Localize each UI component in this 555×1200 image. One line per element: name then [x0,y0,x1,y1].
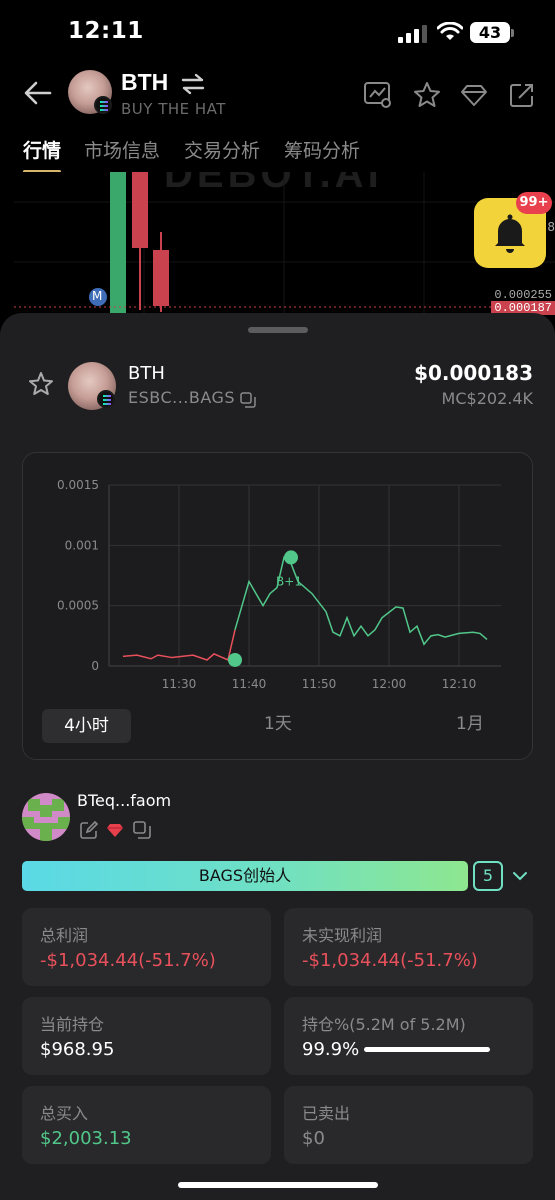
token-symbol: BTH [121,69,169,95]
range-1m-button[interactable]: 1月 [456,709,484,734]
solana-chain-icon [97,390,115,408]
y-tick-label: 0 [91,659,99,673]
x-tick-label: 11:30 [162,677,197,691]
notification-count-badge: 99+ [516,192,552,214]
unrealized-profit-label: 未实现利润 [302,926,383,945]
solana-chain-icon [94,96,112,114]
candle-up [110,172,126,317]
range-1d-button[interactable]: 1天 [264,709,292,734]
cellular-signal-icon [398,23,428,43]
status-time: 12:11 [68,18,144,44]
token-fullname: BUY THE HAT [121,100,226,118]
current-holding-card: 当前持仓 $968.95 [22,997,271,1075]
holding-progress-bar [364,1047,490,1052]
wallet-address[interactable]: BTeq...faom [77,791,171,810]
total-bought-label: 总买入 [40,1104,89,1123]
token-symbol: BTH [128,363,165,384]
price-line [234,556,488,646]
candle-down [132,172,148,248]
chart-watch-icon[interactable] [363,80,393,110]
tab-chip-analysis[interactable]: 筹码分析 [284,136,360,163]
holding-percent-value: 99.9% [302,1039,360,1060]
x-tick-label: 11:40 [232,677,267,691]
total-sold-card: 已卖出 $0 [284,1086,533,1164]
total-sold-value: $0 [302,1128,325,1149]
diamond-icon[interactable] [459,80,489,110]
total-profit-card: 总利润 -$1,034.44(-51.7%) [22,908,271,986]
x-tick-label: 12:10 [442,677,477,691]
holding-percent-card: 持仓%(5.2M of 5.2M) 99.9% [284,997,533,1075]
founder-tag: BAGS创始人 [22,861,468,891]
current-holding-label: 当前持仓 [40,1015,105,1034]
total-profit-value: -$1,034.44(-51.7%) [40,950,216,971]
total-bought-value: $2,003.13 [40,1128,132,1149]
tab-market-info[interactable]: 市场信息 [84,136,160,163]
trade-marker [284,550,298,565]
chevron-down-icon[interactable] [512,869,528,883]
total-bought-card: 总买入 $2,003.13 [22,1086,271,1164]
back-arrow-icon[interactable] [22,78,54,108]
sheet-drag-handle[interactable] [248,327,308,333]
token-header: BTH BUY THE HAT [0,64,555,126]
y-tick-label: 0.0015 [57,478,99,492]
total-sold-label: 已卖出 [302,1104,351,1123]
status-bar: 12:11 43 [0,0,555,64]
tab-market[interactable]: 行情 [23,136,61,163]
token-price: $0.000183 [414,361,533,385]
section-tabs: 行情 市场信息 交易分析 筹码分析 [0,134,555,174]
copy-icon[interactable] [240,392,256,408]
price-line-chart[interactable]: 0 0.0005 0.001 0.0015 11:30 11:40 11:50 12:00 12… [23,453,534,703]
token-detail-sheet: BTH ESBC...BAGS $0.000183 MC$202.4K 0 0.0… [0,313,555,1200]
wallet-avatar [22,793,70,841]
x-tick-label: 12:00 [372,677,407,691]
y-tick-label: 0.0005 [57,599,99,613]
home-indicator [178,1182,378,1188]
favorite-star-icon[interactable] [28,371,54,397]
diamond-icon[interactable] [106,821,124,839]
token-address: ESBC...BAGS [128,388,236,407]
total-profit-label: 总利润 [40,926,89,945]
price-chart-card: 0 0.0005 0.001 0.0015 11:30 11:40 11:50 12:00 12… [22,452,533,760]
chart-marker-label: M [92,289,103,303]
unrealized-profit-card: 未实现利润 -$1,034.44(-51.7%) [284,908,533,986]
y-tick-label: 0.001 [65,538,99,552]
holding-percent-label: 持仓%(5.2M of 5.2M) [302,1015,466,1034]
tag-count[interactable]: 5 [473,861,503,891]
x-tick-label: 11:50 [302,677,337,691]
battery-icon: 43 [470,22,510,43]
favorite-star-icon[interactable] [412,80,442,110]
range-4h-button[interactable]: 4小时 [42,709,131,743]
axis-fragment: 8 [547,220,555,234]
trade-marker-label: B+1 [276,574,302,588]
wifi-icon [437,22,463,40]
unrealized-profit-value: -$1,034.44(-51.7%) [302,950,478,971]
copy-icon[interactable] [133,821,151,839]
edit-icon[interactable] [80,821,98,839]
swap-icon[interactable] [180,72,206,96]
share-icon[interactable] [507,80,537,110]
trade-marker [228,652,242,667]
price-label-upper: 0.000255 [491,288,555,302]
market-cap: MC$202.4K [441,389,533,408]
current-holding-value: $968.95 [40,1039,115,1060]
battery-tip [511,29,514,37]
tab-trade-analysis[interactable]: 交易分析 [184,136,260,163]
